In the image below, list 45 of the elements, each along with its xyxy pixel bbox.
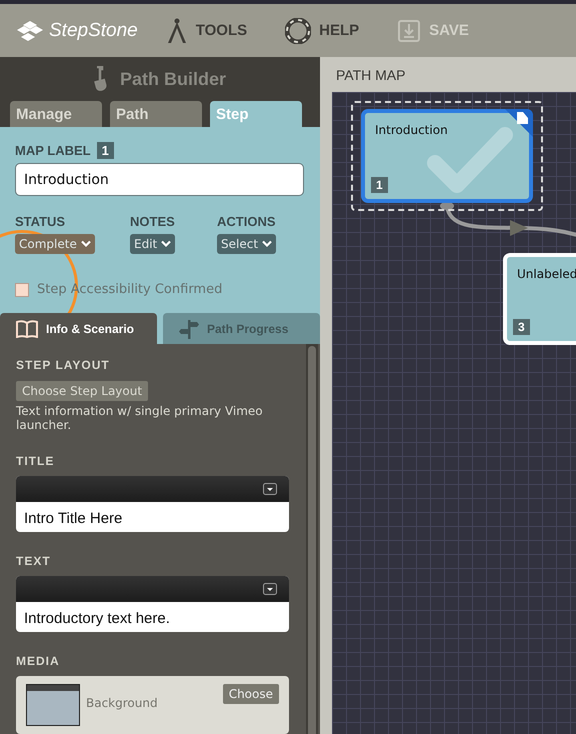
section-heading: STEP LAYOUT <box>16 358 111 372</box>
connector-handle[interactable] <box>440 202 454 210</box>
node-label: Introduction <box>375 123 448 137</box>
field-label: MAP LABEL <box>15 143 91 158</box>
dropdown[interactable]: Select <box>217 234 276 254</box>
node-label: Unlabeled <box>517 267 576 281</box>
media-thumbnail <box>26 684 80 726</box>
map-title: PATH MAP <box>336 66 406 82</box>
field-label: ACTIONS <box>217 214 276 229</box>
panel-title: Path Builder <box>120 68 226 90</box>
tab[interactable]: Manage <box>10 101 102 127</box>
compass-icon <box>166 18 188 44</box>
section-heading: TEXT <box>16 554 52 568</box>
chevron-icon <box>161 240 172 248</box>
checkbox[interactable] <box>15 282 29 296</box>
choose-layout-button[interactable]: Choose Step Layout <box>16 381 148 401</box>
step-number: 1 <box>371 177 388 193</box>
step-number: 1 <box>96 142 114 159</box>
step-node[interactable]: Introduction 1 <box>361 109 533 203</box>
map-label-field[interactable]: Introduction <box>15 163 304 196</box>
tab[interactable]: Info & Scenario <box>0 313 157 344</box>
logo[interactable]: StepStone <box>15 18 138 42</box>
media-label: Background <box>86 695 159 712</box>
choose-button[interactable]: Choose <box>222 684 279 704</box>
chevron-icon <box>262 240 272 248</box>
save-icon <box>397 18 422 42</box>
tab[interactable]: Path <box>110 101 202 127</box>
section-heading: MEDIA <box>16 654 61 668</box>
menu-button[interactable]: HELP <box>275 18 370 44</box>
dropdown[interactable]: Complete <box>15 234 95 254</box>
step-number: 3 <box>513 319 530 335</box>
tab[interactable]: Path Progress <box>163 313 320 344</box>
menu-button[interactable]: TOOLS <box>156 18 258 44</box>
dropdown-icon[interactable] <box>263 583 277 595</box>
book-icon <box>16 320 38 338</box>
chevron-icon <box>80 240 91 248</box>
layout-description: Text information w/ single primary Vimeo launcher. <box>16 404 264 432</box>
lifebuoy-icon <box>285 18 312 44</box>
signpost-icon <box>179 318 199 338</box>
field-label: STATUS <box>15 214 66 229</box>
dropdown-icon[interactable] <box>263 483 277 495</box>
step-node[interactable]: Unlabeled 3 <box>503 253 576 345</box>
field-label: NOTES <box>130 214 176 229</box>
dropdown[interactable]: Edit <box>130 234 176 254</box>
section-heading: TITLE <box>16 454 56 468</box>
